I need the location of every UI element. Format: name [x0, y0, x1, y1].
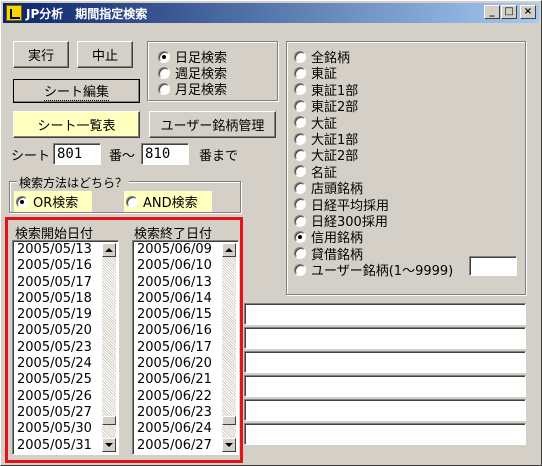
date-list-item[interactable]: 2005/06/24 — [135, 421, 222, 437]
window-title: JP分析 期間指定検索 — [26, 6, 148, 21]
date-list-item[interactable]: 2005/05/26 — [15, 389, 102, 405]
date-list-item[interactable]: 2005/05/17 — [15, 275, 102, 291]
radio-indicator — [294, 132, 306, 145]
title-bar[interactable]: JP分析 期間指定検索 _ □ × — [3, 3, 539, 23]
scroll-down-button[interactable] — [102, 438, 116, 452]
maximize-button[interactable]: □ — [501, 5, 517, 19]
date-list-item[interactable]: 2005/06/13 — [135, 275, 222, 291]
arrow-up-icon — [105, 248, 113, 252]
date-list-item[interactable]: 2005/06/28 — [135, 453, 222, 454]
sheet-label: シート — [11, 149, 51, 164]
date-list-item[interactable]: 2005/06/20 — [135, 356, 222, 372]
radio-indicator — [126, 195, 138, 208]
date-list-item[interactable]: 2005/05/16 — [15, 258, 102, 274]
sheet-edit-label: シート編集 — [43, 81, 109, 101]
radio-indicator — [294, 50, 306, 63]
date-list-item[interactable]: 2005/05/24 — [15, 356, 102, 372]
result-field[interactable] — [244, 303, 526, 325]
sheet-from-suffix: 番～ — [109, 149, 136, 164]
date-list-item[interactable]: 2005/06/21 — [135, 372, 222, 388]
radio-indicator — [158, 66, 170, 79]
radio-indicator — [294, 148, 306, 161]
app-chart-icon — [6, 5, 22, 21]
sheet-list-button[interactable]: シート一覧表 — [13, 111, 140, 138]
scroll-thumb[interactable] — [222, 416, 236, 425]
date-list-item[interactable]: 2005/06/27 — [135, 438, 222, 454]
date-list-item[interactable]: 2005/06/16 — [135, 323, 222, 339]
sheet-to-suffix: 番まで — [199, 149, 239, 164]
date-list-item[interactable]: 2005/05/23 — [15, 340, 102, 356]
radio-indicator — [294, 116, 306, 129]
radio-indicator — [294, 263, 306, 276]
period-monthly-radio[interactable]: 月足検索 — [158, 79, 227, 98]
scroll-up-button[interactable] — [102, 243, 116, 257]
sheet-to-input[interactable]: 810 — [141, 143, 189, 165]
date-list-item[interactable]: 2005/06/09 — [135, 242, 222, 258]
user-stock-management-button[interactable]: ユーザー銘柄管理 — [149, 111, 276, 138]
end-date-listbox[interactable]: 2005/06/09 2005/06/10 2005/06/13 2005/06/14… — [132, 240, 239, 455]
radio-indicator — [158, 50, 170, 63]
date-list-item[interactable]: 2005/05/19 — [15, 307, 102, 323]
or-search-radio[interactable]: OR検索 — [14, 191, 93, 212]
sheet-from-input[interactable]: 801 — [53, 143, 101, 165]
result-field[interactable] — [244, 399, 526, 421]
radio-indicator — [294, 83, 306, 96]
start-date-listbox[interactable]: 2005/05/13 2005/05/16 2005/05/17 2005/05/18… — [12, 240, 119, 455]
result-field[interactable] — [244, 423, 526, 445]
close-button[interactable]: × — [520, 5, 536, 19]
scroll-thumb[interactable] — [102, 416, 116, 425]
market-option-radio[interactable]: ユーザー銘柄(1～9999) — [294, 260, 453, 279]
date-list-item[interactable]: 2005/06/10 — [135, 258, 222, 274]
radio-indicator — [158, 82, 170, 95]
and-search-label: AND検索 — [143, 196, 198, 211]
main-window: JP分析 期間指定検索 _ □ × 実行 中止 シート編集 シート一覧表 ユーザ… — [0, 0, 542, 466]
date-list-item[interactable]: 2005/05/31 — [15, 438, 102, 454]
date-list-item[interactable]: 2005/05/20 — [15, 323, 102, 339]
result-field[interactable] — [244, 327, 526, 349]
result-field[interactable] — [244, 375, 526, 397]
date-list-item[interactable]: 2005/06/15 — [135, 307, 222, 323]
radio-indicator — [294, 181, 306, 194]
radio-indicator — [294, 214, 306, 227]
date-list-item[interactable]: 2005/05/25 — [15, 372, 102, 388]
run-button[interactable]: 実行 — [13, 41, 69, 68]
radio-indicator — [294, 198, 306, 211]
minimize-button[interactable]: _ — [484, 5, 500, 19]
start-date-items: 2005/05/13 2005/05/16 2005/05/17 2005/05/18… — [15, 242, 102, 454]
result-field[interactable] — [244, 351, 526, 373]
scroll-up-button[interactable] — [222, 243, 236, 257]
search-method-legend: 検索方法はどちら？ — [17, 174, 130, 191]
and-search-radio[interactable]: AND検索 — [124, 191, 212, 212]
date-list-item[interactable]: 2005/05/18 — [15, 291, 102, 307]
date-list-item[interactable]: 2005/05/13 — [15, 242, 102, 258]
end-date-items: 2005/06/09 2005/06/10 2005/06/13 2005/06/14… — [135, 242, 222, 454]
date-list-item[interactable]: 2005/05/30 — [15, 421, 102, 437]
user-code-input[interactable] — [469, 256, 517, 276]
start-date-scrollbar[interactable] — [102, 243, 116, 452]
market-option-label: ユーザー銘柄(1～9999) — [311, 264, 454, 280]
arrow-down-icon — [225, 443, 233, 447]
arrow-down-icon — [105, 443, 113, 447]
sheet-edit-button[interactable]: シート編集 — [13, 79, 140, 103]
date-list-item[interactable]: 2005/06/17 — [135, 340, 222, 356]
date-list-item[interactable]: 2005/06/01 — [15, 453, 102, 454]
radio-indicator — [294, 247, 306, 260]
date-list-item[interactable]: 2005/05/27 — [15, 405, 102, 421]
radio-indicator — [16, 195, 28, 208]
date-list-item[interactable]: 2005/06/23 — [135, 405, 222, 421]
radio-indicator — [294, 66, 306, 79]
period-monthly-label: 月足検索 — [175, 83, 228, 98]
stop-button[interactable]: 中止 — [77, 41, 133, 68]
scroll-down-button[interactable] — [222, 438, 236, 452]
radio-indicator — [294, 230, 306, 243]
arrow-up-icon — [225, 248, 233, 252]
date-list-item[interactable]: 2005/06/22 — [135, 389, 222, 405]
radio-indicator — [294, 99, 306, 112]
radio-indicator — [294, 165, 306, 178]
or-search-label: OR検索 — [33, 196, 79, 211]
end-date-scrollbar[interactable] — [222, 243, 236, 452]
date-list-item[interactable]: 2005/06/14 — [135, 291, 222, 307]
